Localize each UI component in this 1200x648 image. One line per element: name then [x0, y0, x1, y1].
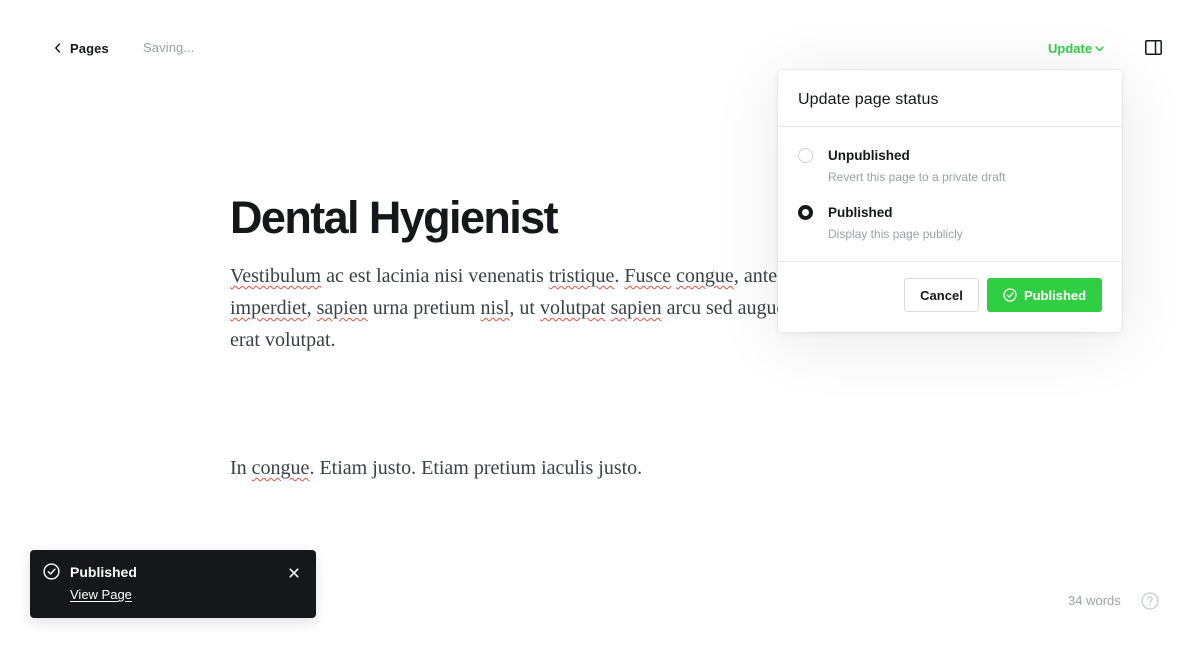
- text-run: .: [614, 265, 625, 287]
- sidebar-panel-icon: [1145, 40, 1162, 55]
- option-label: Unpublished: [828, 148, 910, 163]
- published-radio[interactable]: [798, 205, 813, 220]
- text-run: In: [230, 457, 252, 479]
- check-circle-icon: [1003, 288, 1017, 302]
- option-description: Revert this page to a private draft: [828, 170, 1006, 184]
- popover-title: Update page status: [798, 91, 939, 108]
- settings-menu-toggle[interactable]: [1145, 40, 1163, 56]
- update-menu-trigger[interactable]: Update: [1048, 39, 1104, 57]
- chevron-down-icon: [1095, 39, 1104, 57]
- check-circle-icon: [43, 563, 60, 580]
- close-icon: [289, 568, 299, 578]
- popover-footer: Cancel Published: [778, 262, 1122, 330]
- close-notification-button[interactable]: [288, 566, 300, 578]
- misspelled-word: imperdiet: [230, 297, 307, 319]
- misspelled-word: sapien: [610, 297, 662, 319]
- chevron-left-icon: [54, 43, 61, 53]
- view-page-link[interactable]: View Page: [70, 587, 132, 602]
- back-link-label: Pages: [70, 40, 109, 56]
- text-run: . Etiam justo. Etiam pretium iaculis jus…: [309, 457, 643, 479]
- option-label: Published: [828, 205, 893, 220]
- help-button[interactable]: [1141, 592, 1159, 610]
- status-options: Unpublished Revert this page to a privat…: [778, 127, 1122, 262]
- misspelled-word: sapien: [316, 297, 368, 319]
- misspelled-word: nisl: [480, 297, 510, 319]
- publish-status-popover: Update page status Unpublished Revert th…: [778, 70, 1122, 332]
- editor-paragraph-2[interactable]: In congue. Etiam justo. Etiam pretium ia…: [230, 452, 642, 484]
- published-notification: Published View Page: [30, 550, 316, 618]
- word-count: 34 words: [1068, 593, 1121, 608]
- text-run: urna pretium: [367, 297, 481, 319]
- text-run: , ut: [509, 297, 540, 319]
- update-label: Update: [1048, 40, 1093, 56]
- notification-title: Published: [70, 564, 137, 580]
- misspelled-word: volutpat: [539, 297, 606, 319]
- post-title[interactable]: Dental Hygienist: [230, 191, 559, 245]
- editor-paragraph-1[interactable]: Vestibulum ac est lacinia nisi venenatis…: [230, 260, 798, 356]
- published-button-label: Published: [1023, 287, 1087, 303]
- option-published[interactable]: Published Display this page publicly: [798, 203, 1102, 247]
- option-description: Display this page publicly: [828, 227, 963, 241]
- unpublished-radio[interactable]: [798, 148, 813, 163]
- save-status: Saving...: [143, 40, 195, 55]
- text-run: ac est lacinia nisi venenatis: [321, 265, 549, 287]
- popover-header: Update page status: [778, 70, 1122, 127]
- text-run: ,: [306, 297, 317, 319]
- misspelled-word: congue: [251, 457, 310, 479]
- cancel-button[interactable]: Cancel: [904, 278, 979, 312]
- misspelled-word: Fusce: [624, 265, 672, 287]
- back-to-pages-link[interactable]: Pages: [54, 39, 109, 57]
- text-run: erat volutpat.: [230, 329, 336, 351]
- published-button[interactable]: Published: [987, 278, 1102, 312]
- misspelled-word: tristique: [548, 265, 615, 287]
- misspelled-word: congue: [676, 265, 734, 287]
- text-run: arcu sed augue: [661, 297, 786, 319]
- misspelled-word: Vestibulum: [230, 265, 322, 287]
- option-unpublished[interactable]: Unpublished Revert this page to a privat…: [798, 146, 1102, 190]
- question-circle-icon: [1141, 592, 1159, 610]
